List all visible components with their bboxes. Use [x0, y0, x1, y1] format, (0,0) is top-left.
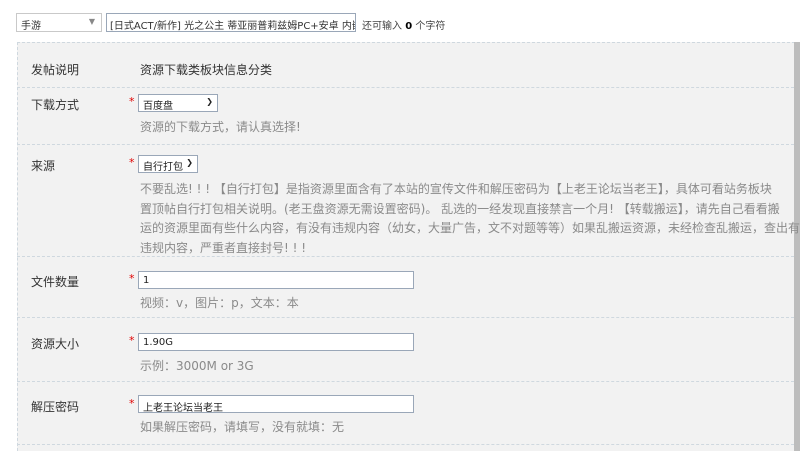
download-method-hint: 资源的下载方式，请认真选择!: [140, 120, 301, 134]
required-mark: *: [129, 95, 135, 108]
file-count-label: 文件数量: [31, 275, 80, 289]
source-select[interactable]: 自行打包 ❯: [138, 155, 198, 173]
file-count-input[interactable]: 1: [138, 271, 414, 289]
resource-size-input[interactable]: 1.90G: [138, 333, 414, 351]
required-mark: *: [129, 334, 135, 347]
source-desc-line: 不要乱选! ! ! 【自行打包】是指资源里面含有了本站的宣传文件和解压密码为【上…: [140, 182, 772, 196]
resource-size-hint: 示例：3000M or 3G: [140, 359, 254, 373]
post-info-value: 资源下载类板块信息分类: [140, 63, 273, 77]
unzip-password-label: 解压密码: [31, 400, 80, 414]
source-value: 自行打包: [143, 162, 183, 173]
category-select[interactable]: 手游 ▼: [16, 13, 102, 32]
row-divider: [17, 444, 794, 445]
char-remaining-count: 0: [405, 21, 413, 32]
unzip-password-input[interactable]: 上老王论坛当老王: [138, 395, 414, 414]
resource-size-label: 资源大小: [31, 337, 80, 351]
char-remaining-text: 还可输入 0 个字符: [362, 17, 445, 32]
chevron-down-icon: ❯: [206, 97, 213, 106]
source-description: 不要乱选! ! ! 【自行打包】是指资源里面含有了本站的宣传文件和解压密码为【上…: [140, 180, 800, 258]
source-label: 来源: [31, 159, 56, 173]
post-title-bar: 手游 ▼ [日式ACT/新作] 光之公主 蒂亚丽普莉兹姆PC+安卓 内嵌/ 还可…: [0, 0, 800, 40]
required-mark: *: [129, 397, 135, 410]
post-info-label: 发帖说明: [31, 63, 80, 77]
row-divider: [17, 317, 794, 318]
download-method-select[interactable]: 百度盘 ❯: [138, 94, 218, 112]
download-method-value: 百度盘: [143, 101, 173, 112]
row-divider: [17, 144, 794, 145]
char-remaining-prefix: 还可输入: [362, 21, 402, 32]
download-method-label: 下载方式: [31, 98, 80, 112]
chevron-down-icon: ❯: [186, 158, 193, 167]
file-count-hint: 视频：v，图片：p，文本：本: [140, 296, 299, 310]
chevron-down-icon: ▼: [88, 17, 95, 26]
post-title-input[interactable]: [日式ACT/新作] 光之公主 蒂亚丽普莉兹姆PC+安卓 内嵌/: [106, 13, 356, 32]
row-divider: [17, 87, 794, 88]
required-mark: *: [129, 156, 135, 169]
unzip-password-hint: 如果解压密码，请填写，没有就填：无: [140, 420, 345, 434]
source-desc-line: 置顶帖自行打包相关说明。(老王盘资源无需设置密码)。 乱选的一经发现直接禁言一个…: [140, 201, 780, 216]
source-desc-line: 违规内容，严重者直接封号! ! !: [140, 240, 307, 255]
category-select-value: 手游: [21, 21, 41, 32]
char-remaining-suffix: 个字符: [415, 21, 446, 32]
required-mark: *: [129, 272, 135, 285]
source-desc-line: 运的资源里面有些什么内容，有没有违规内容（幼女，大量广告，文不对题等等）如果乱搬…: [140, 221, 800, 235]
row-divider: [17, 381, 794, 382]
